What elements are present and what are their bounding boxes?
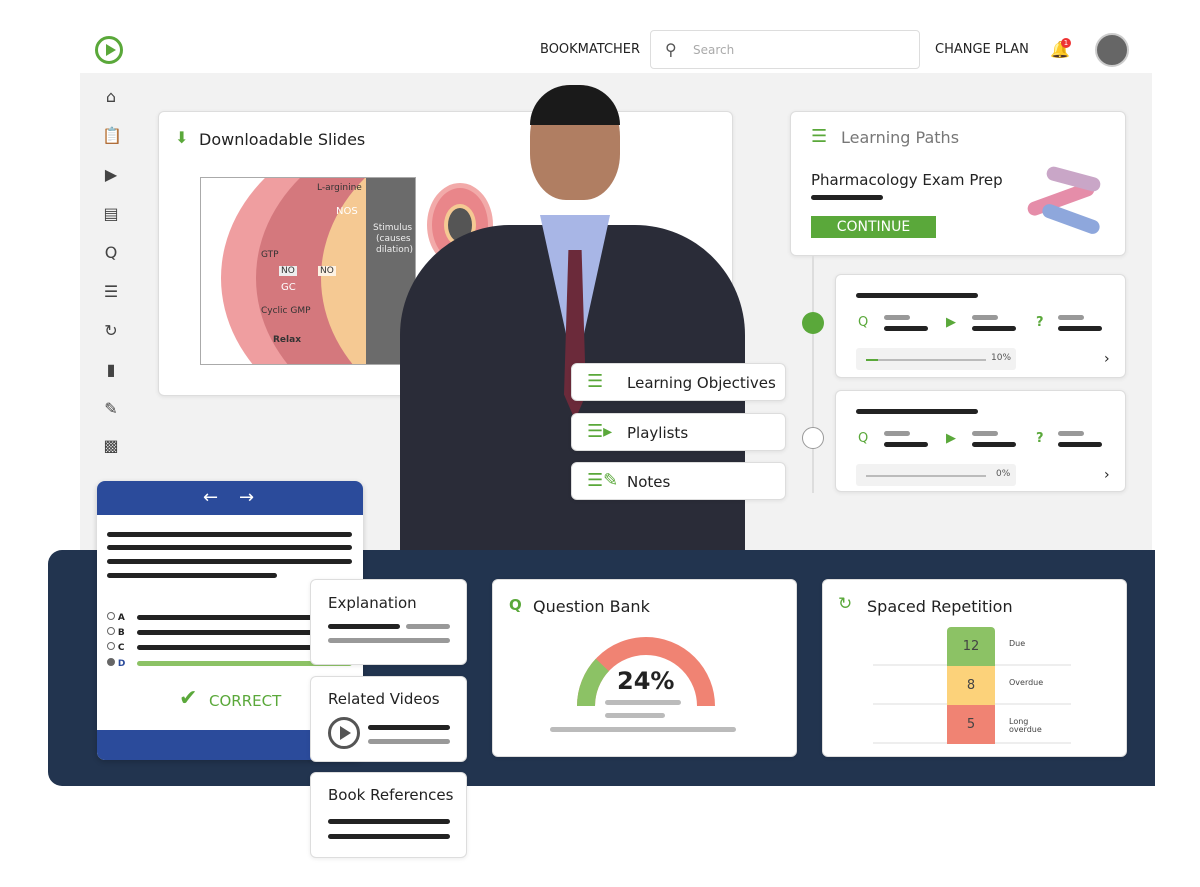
search-placeholder: Search [693,43,735,57]
book-icon[interactable]: ▤ [102,205,120,223]
nav-bookmatcher[interactable]: BOOKMATCHER [540,42,640,57]
repetition-label: Due [1009,639,1026,648]
logo[interactable] [95,36,123,64]
timeline-line [812,256,814,493]
result-label: CORRECT [209,692,282,710]
answer-option[interactable]: C [107,642,124,653]
answer-option[interactable]: B [107,627,125,638]
notes-icon: ☰✎ [587,470,619,491]
question-icon: Q [509,596,522,614]
slides-title: Downloadable Slides [199,130,366,149]
repetition-count: 8 [947,666,995,705]
question-icon: Q [858,431,869,446]
chevron-right-icon[interactable]: › [1104,467,1110,483]
menu-playlists[interactable]: ☰▸ Playlists [571,413,786,451]
label-nos: NOS [336,206,358,217]
book-references-title: Book References [328,786,454,804]
path-item[interactable]: Q ▶ ? 0% › [835,390,1126,492]
answer-option-selected[interactable]: D [107,658,125,669]
timeline-dot-pending [802,427,824,449]
repetition-count: 12 [947,627,995,666]
menu-label: Learning Objectives [627,374,776,392]
timeline-dot-done [802,312,824,334]
avatar[interactable] [1095,33,1129,67]
answer-option[interactable]: A [107,612,125,623]
repeat-icon[interactable]: ↻ [102,322,120,340]
download-file-icon[interactable]: ⬇ [175,128,188,147]
spaced-repetition-title: Spaced Repetition [867,597,1013,616]
bookmark-icon[interactable]: ▮ [102,361,120,379]
help-icon: ? [1036,431,1044,446]
arrow-right-icon[interactable]: → [239,487,254,508]
menu-label: Playlists [627,424,689,442]
progress-fill [866,359,878,361]
learning-paths-icon: ☰ [811,126,828,147]
home-icon[interactable]: ⌂ [102,88,120,106]
question-bank-card[interactable]: Q Question Bank 24% [492,579,797,757]
slide-diagram[interactable]: L-arginine NOS Stimulus (causes dilation… [200,177,416,365]
label-cyclic-gmp: Cyclic GMP [261,306,311,316]
video-icon: ▶ [946,315,956,330]
path-item[interactable]: Q ▶ ? 10% › [835,274,1126,378]
menu-notes[interactable]: ☰✎ Notes [571,462,786,500]
notification-badge: 1 [1061,38,1071,48]
gauge-fill [577,658,610,707]
question-icon[interactable]: Q [102,244,120,262]
change-plan-link[interactable]: CHANGE PLAN [935,42,1029,57]
label-gtp: GTP [261,250,279,260]
score-percent: 24% [617,667,675,695]
progress-label: 10% [991,353,1012,363]
label-no-2: NO [318,266,336,276]
list-icon: ☰ [587,371,604,392]
repetition-row[interactable]: 8 Overdue [873,666,1071,705]
repetition-row[interactable]: 12 Due [873,627,1071,666]
course-title: Pharmacology Exam Prep [811,171,1003,189]
explanation-card[interactable]: Explanation [310,579,467,665]
play-icon[interactable] [328,717,360,749]
explanation-title: Explanation [328,594,417,612]
spaced-repetition-card[interactable]: ↻ Spaced Repetition 12 Due 8 Overdue 5 Long o… [822,579,1127,757]
learning-paths-card: ☰ Learning Paths Pharmacology Exam Prep … [790,111,1126,256]
label-relax: Relax [273,335,301,345]
check-icon: ✔ [179,686,198,711]
repetition-label: Long overdue [1009,717,1042,734]
progress-track [866,359,986,361]
label-l-arginine: L-arginine [317,183,362,193]
menu-learning-objectives[interactable]: ☰ Learning Objectives [571,363,786,401]
arrow-left-icon[interactable]: ← [203,487,218,508]
video-icon: ▶ [946,431,956,446]
repetition-label: Overdue [1009,678,1044,687]
notes-icon[interactable]: ✎ [102,400,120,418]
progress-track [866,475,986,477]
playlist-icon: ☰▸ [587,421,613,442]
list-icon[interactable]: ☰ [102,283,120,301]
video-icon[interactable]: ▶ [102,166,120,184]
related-videos-card[interactable]: Related Videos [310,676,467,762]
label-no-1: NO [279,266,297,276]
continue-button[interactable]: CONTINUE [811,216,936,238]
help-icon: ? [1036,315,1044,330]
menu-label: Notes [627,473,671,491]
question-bank-title: Question Bank [533,597,650,616]
question-icon: Q [858,315,869,330]
chart-icon[interactable]: ▩ [102,437,120,455]
repetition-count: 5 [947,705,995,744]
search-icon: ⚲ [665,40,677,59]
repeat-icon: ↻ [838,594,853,614]
chevron-right-icon[interactable]: › [1104,351,1110,367]
clipboard-icon[interactable]: 📋 [102,127,122,145]
search-input[interactable]: ⚲ Search [650,30,920,69]
learning-paths-title: Learning Paths [841,128,960,147]
progress-label: 0% [996,469,1011,479]
label-gc: GC [281,282,296,293]
book-references-card[interactable]: Book References [310,772,467,858]
related-videos-title: Related Videos [328,690,440,708]
pills-illustration [1021,165,1102,237]
repetition-row[interactable]: 5 Long overdue [873,705,1071,744]
